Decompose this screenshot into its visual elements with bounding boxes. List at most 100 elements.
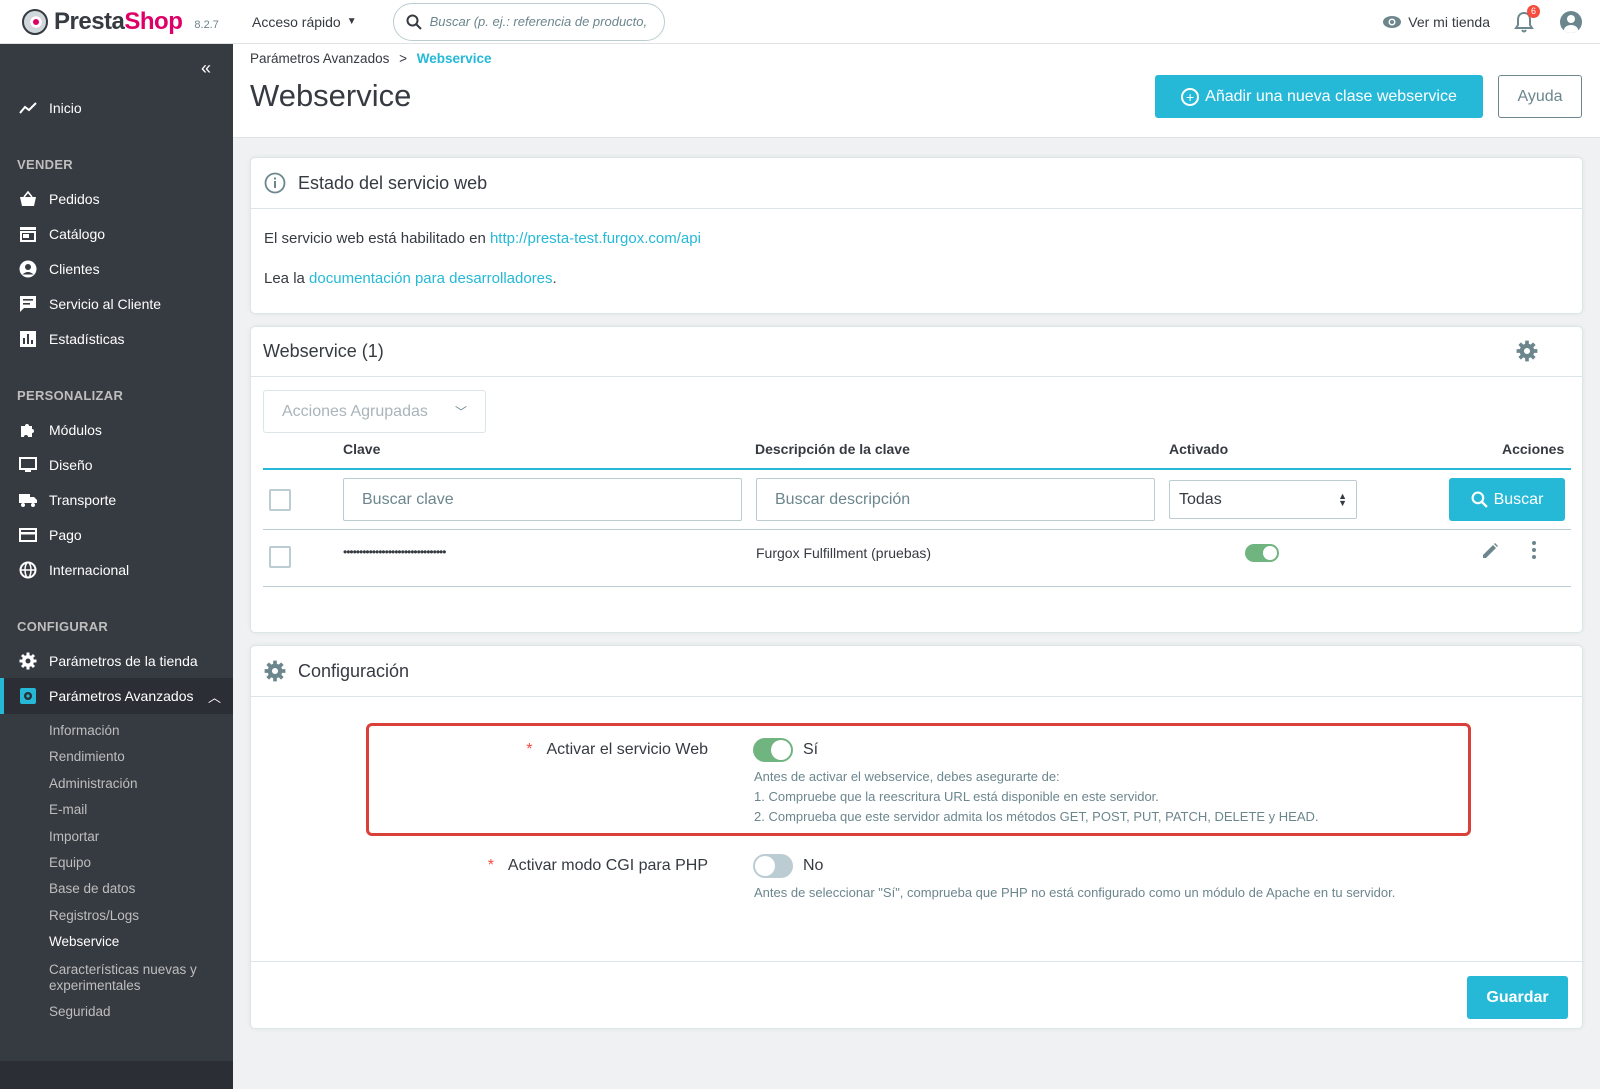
brand-name: PrestaShop <box>54 7 183 35</box>
sidebar-item-stats[interactable]: Estadísticas <box>0 322 233 356</box>
info-icon <box>264 172 286 194</box>
column-header-enabled[interactable]: Activado <box>1169 441 1228 457</box>
breadcrumb-separator: > <box>399 51 407 66</box>
quick-access-dropdown[interactable]: Acceso rápido ▼ <box>252 14 357 30</box>
status-line: El servicio web está habilitado en http:… <box>264 230 701 247</box>
column-header-description[interactable]: Descripción de la clave <box>755 441 910 457</box>
filter-description-input[interactable]: Buscar descripción <box>756 478 1155 521</box>
logo[interactable]: PrestaShop 8.2.7 <box>22 8 232 36</box>
sidebar-item-customers[interactable]: Clientes <box>0 252 233 286</box>
add-circle-icon: + <box>1181 87 1200 106</box>
sidebar-item-orders[interactable]: Pedidos <box>0 182 233 216</box>
search-button-label: Buscar <box>1493 490 1544 508</box>
top-bar: PrestaShop 8.2.7 Acceso rápido ▼ Buscar … <box>0 0 1600 44</box>
sidebar: « Inicio VENDER Pedidos Catálogo Cliente… <box>0 44 233 1089</box>
header-divider <box>263 468 1571 470</box>
configuration-card: Configuración * Activar el servicio Web S… <box>250 645 1584 1029</box>
sidebar-item-payment[interactable]: Pago <box>0 518 233 552</box>
submenu-item-webservice[interactable]: Webservice <box>49 934 119 949</box>
chat-icon <box>18 294 38 314</box>
card-title: Configuración <box>298 660 410 681</box>
help-button[interactable]: Ayuda <box>1498 75 1582 118</box>
page-header: Parámetros Avanzados > Webservice Webser… <box>233 44 1600 138</box>
puzzle-icon <box>18 420 38 440</box>
sidebar-item-catalog[interactable]: Catálogo <box>0 217 233 251</box>
enable-webservice-switch[interactable] <box>753 738 793 762</box>
sidebar-item-label: Módulos <box>49 422 102 438</box>
eye-icon <box>1383 16 1402 28</box>
sidebar-item-home[interactable]: Inicio <box>0 91 233 125</box>
view-store-link[interactable]: Ver mi tienda <box>1382 14 1490 30</box>
breadcrumb-parent[interactable]: Parámetros Avanzados <box>250 51 389 66</box>
row-enabled-toggle[interactable] <box>1245 544 1279 562</box>
submenu-item-logs[interactable]: Registros/Logs <box>49 908 139 923</box>
required-asterisk: * <box>526 741 533 758</box>
breadcrumb-current[interactable]: Webservice <box>417 51 492 66</box>
page-title: Webservice <box>250 78 412 113</box>
sidebar-item-label: Catálogo <box>49 226 106 242</box>
sidebar-item-shop-parameters[interactable]: Parámetros de la tienda <box>0 644 233 678</box>
notifications-badge: 6 <box>1527 5 1540 18</box>
row-divider <box>263 586 1571 587</box>
bulk-actions-dropdown[interactable]: Acciones Agrupadas ﹀ <box>263 390 486 433</box>
sidebar-item-modules[interactable]: Módulos <box>0 413 233 447</box>
sidebar-footer <box>0 1061 233 1089</box>
submenu-item-email[interactable]: E-mail <box>49 802 87 817</box>
notifications-button[interactable]: 6 <box>1514 5 1540 33</box>
section-heading-customize: PERSONALIZAR <box>17 388 124 403</box>
row-divider <box>263 529 1571 530</box>
submenu-item-import[interactable]: Importar <box>49 829 99 844</box>
submenu-item-database[interactable]: Base de datos <box>49 881 135 896</box>
sidebar-item-label: Internacional <box>49 562 130 578</box>
more-actions-icon[interactable] <box>1531 541 1537 562</box>
trending-up-icon <box>18 98 38 118</box>
version-label: 8.2.7 <box>194 18 219 31</box>
basket-icon <box>18 189 38 209</box>
column-header-key[interactable]: Clave <box>343 441 380 457</box>
breadcrumb: Parámetros Avanzados > Webservice <box>250 51 492 66</box>
sidebar-item-international[interactable]: Internacional <box>0 553 233 587</box>
search-input[interactable]: Buscar (p. ej.: referencia de producto, <box>392 2 665 41</box>
prestashop-logo-icon <box>22 8 48 35</box>
account-circle-icon <box>18 259 38 279</box>
gear-icon <box>264 660 286 682</box>
save-button[interactable]: Guardar <box>1467 976 1568 1019</box>
card-title: Webservice (1) <box>263 341 384 361</box>
sidebar-item-label: Clientes <box>49 261 100 277</box>
submenu-item-new-features[interactable]: Características nuevas y experimentales <box>49 962 219 994</box>
submenu-item-team[interactable]: Equipo <box>49 855 91 870</box>
search-button[interactable]: Buscar <box>1449 478 1565 521</box>
sidebar-item-customer-service[interactable]: Servicio al Cliente <box>0 287 233 321</box>
sidebar-item-advanced-parameters[interactable]: Parámetros Avanzados ︿ <box>0 678 233 714</box>
submenu-item-security[interactable]: Seguridad <box>49 1004 111 1019</box>
collapse-sidebar-icon[interactable]: « <box>201 58 211 79</box>
card-title: Estado del servicio web <box>298 172 488 193</box>
filter-enabled-select[interactable]: Todas ▲ ▼ <box>1169 480 1357 519</box>
card-header: Webservice (1) <box>251 327 1582 377</box>
sidebar-item-label: Inicio <box>49 100 82 116</box>
submenu-item-information[interactable]: Información <box>49 723 120 738</box>
submenu-item-administration[interactable]: Administración <box>49 776 138 791</box>
add-webservice-button[interactable]: + Añadir una nueva clase webservice <box>1155 75 1483 118</box>
enable-cgi-switch[interactable] <box>753 854 793 878</box>
gear-icon[interactable] <box>1516 340 1538 362</box>
developer-docs-link[interactable]: documentación para desarrolladores <box>309 270 552 287</box>
select-all-checkbox[interactable] <box>269 489 291 511</box>
truck-icon <box>18 490 38 510</box>
filter-key-input[interactable]: Buscar clave <box>343 478 742 521</box>
settings-applications-icon <box>18 686 38 706</box>
sidebar-item-shipping[interactable]: Transporte <box>0 483 233 517</box>
edit-pencil-icon[interactable] <box>1481 542 1499 560</box>
sidebar-item-design[interactable]: Diseño <box>0 448 233 482</box>
row-description: Furgox Fulfillment (pruebas) <box>756 545 932 561</box>
row-checkbox[interactable] <box>269 546 291 568</box>
user-avatar-icon[interactable] <box>1560 11 1582 33</box>
api-url-link[interactable]: http://presta-test.furgox.com/api <box>490 230 701 247</box>
sidebar-item-label: Pago <box>49 527 82 543</box>
docs-line: Lea la documentación para desarrolladore… <box>264 270 557 287</box>
enable-webservice-help: Antes de activar el webservice, debes as… <box>754 769 1319 824</box>
webservice-list-card: Webservice (1) Acciones Agrupadas ﹀ Clav… <box>250 326 1583 633</box>
submenu-item-performance[interactable]: Rendimiento <box>49 749 125 764</box>
row-key: •••••••••••••••••••••••••••••••• <box>343 545 446 559</box>
search-icon <box>406 14 422 30</box>
